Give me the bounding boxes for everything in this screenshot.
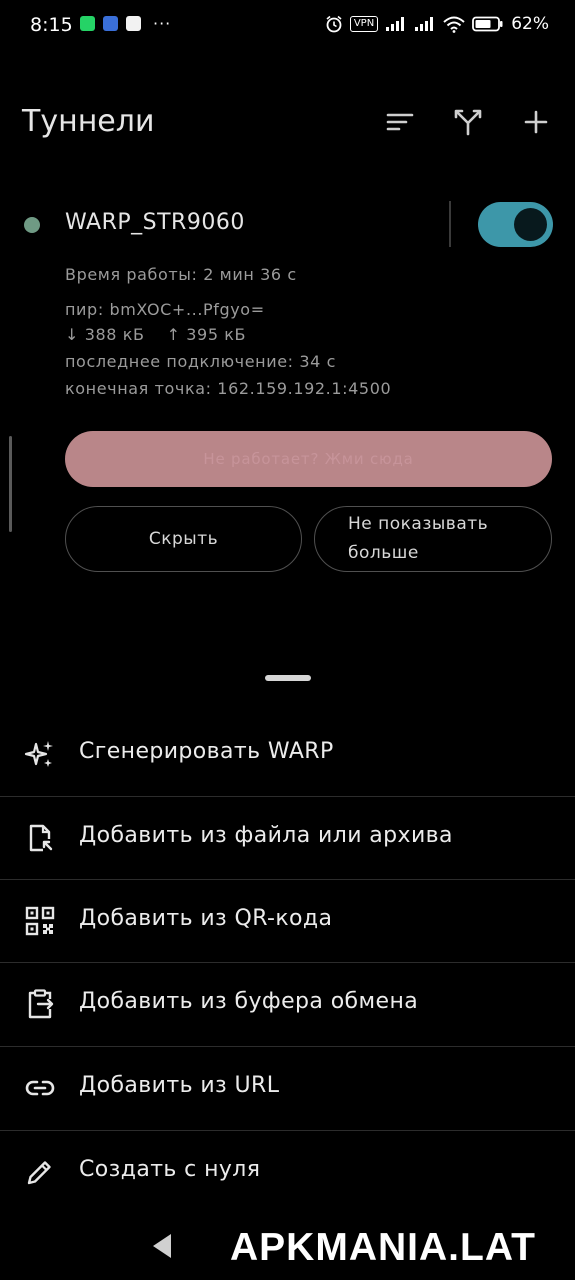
watermark: APKMANIA.LAT (230, 1226, 536, 1269)
sheet-drag-handle[interactable] (265, 675, 311, 681)
tunnel-uptime: Время работы: 2 мин 36 с (65, 265, 297, 284)
sparkle-icon (24, 741, 53, 767)
tunnel-tx: ↑ 395 кБ (166, 325, 247, 344)
whatsapp-icon (80, 16, 95, 31)
tunnel-rx: ↓ 388 кБ (65, 325, 145, 344)
hide-button[interactable]: Скрыть (65, 506, 302, 572)
menu-item-create-from-scratch[interactable]: Создать с нуля (0, 1130, 575, 1213)
sort-icon[interactable] (384, 106, 416, 138)
split-tunnel-icon[interactable] (452, 106, 484, 138)
menu-item-label: Добавить из буфера обмена (79, 989, 419, 1014)
tunnel-toggle[interactable] (478, 202, 553, 247)
screen: 8:15 ··· VPN 62% Туннели WARP_STR9060 Вр… (0, 0, 575, 1280)
add-icon[interactable] (520, 106, 552, 138)
wifi-icon (443, 16, 465, 33)
tunnel-name: WARP_STR9060 (65, 210, 245, 235)
back-icon[interactable] (150, 1232, 174, 1260)
menu-item-add-from-file[interactable]: Добавить из файла или архива (0, 796, 575, 879)
menu-item-generate-warp[interactable]: Сгенерировать WARP (0, 712, 575, 795)
menu-item-label: Создать с нуля (79, 1157, 261, 1182)
tunnel-last-handshake: последнее подключение: 34 с (65, 352, 337, 371)
vpn-icon: VPN (349, 16, 379, 32)
menu-item-label: Добавить из QR-кода (79, 906, 333, 931)
messenger-icon (103, 16, 118, 31)
signal-icon (386, 17, 405, 31)
signal-icon (415, 17, 434, 31)
tunnel-status-indicator (24, 217, 40, 233)
battery-icon (472, 16, 503, 32)
status-bar: 8:15 ··· VPN 62% (0, 0, 575, 52)
help-button[interactable]: Не работает? Жми сюда (65, 431, 552, 487)
page-title: Туннели (22, 104, 155, 139)
notes-icon (126, 16, 141, 31)
battery-percent: 62% (511, 14, 549, 34)
pencil-icon (27, 1161, 51, 1185)
notification-icons: ··· (80, 14, 172, 33)
scroll-indicator (9, 436, 12, 532)
menu-item-label: Добавить из URL (79, 1073, 280, 1098)
status-time: 8:15 (30, 14, 73, 36)
tunnel-peer: пир: bmXOC+...Pfgyo= (65, 300, 265, 319)
menu-item-label: Добавить из файла или архива (79, 823, 453, 848)
link-icon (25, 1080, 55, 1096)
menu-item-add-from-clipboard[interactable]: Добавить из буфера обмена (0, 962, 575, 1045)
clipboard-icon (28, 989, 54, 1019)
dont-show-again-button[interactable]: Не показывать больше (314, 506, 552, 572)
more-notifications-icon: ··· (153, 14, 172, 33)
alarm-icon (326, 15, 342, 33)
system-icons: VPN 62% (325, 14, 549, 34)
menu-item-add-from-qr[interactable]: Добавить из QR-кода (0, 879, 575, 962)
menu-item-add-from-url[interactable]: Добавить из URL (0, 1046, 575, 1129)
tunnel-traffic: ↓ 388 кБ ↑ 395 кБ (65, 325, 246, 344)
qr-code-icon (25, 906, 55, 936)
file-add-icon (29, 824, 53, 852)
divider (449, 201, 451, 247)
tunnel-endpoint: конечная точка: 162.159.192.1:4500 (65, 379, 392, 398)
menu-item-label: Сгенерировать WARP (79, 739, 334, 764)
toggle-knob (514, 208, 547, 241)
